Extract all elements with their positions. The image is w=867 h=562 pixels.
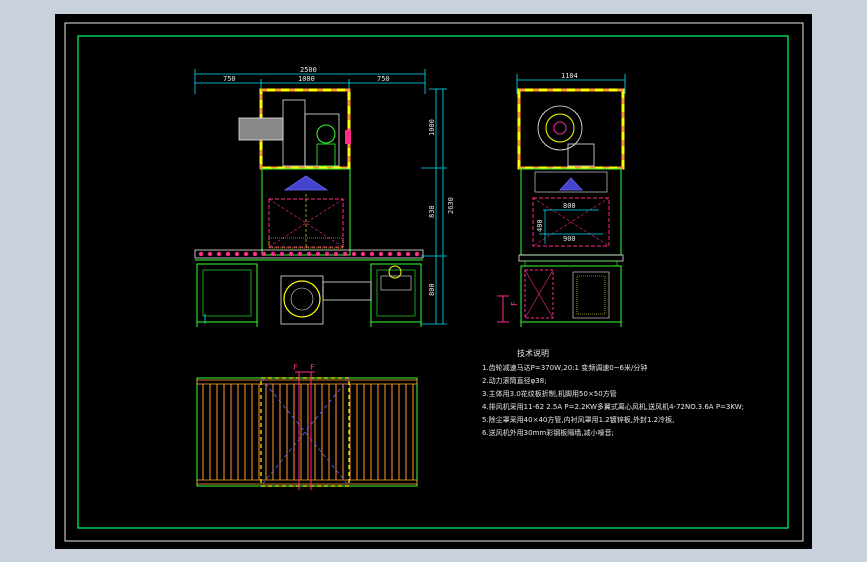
conveyor-roller xyxy=(378,251,384,257)
svg-text:F: F xyxy=(510,301,519,306)
conveyor-roller xyxy=(306,251,312,257)
dim-side-outer-width: 900 xyxy=(563,235,576,243)
dim-left-segment: 750 xyxy=(223,75,236,83)
plan-view: F F xyxy=(196,363,418,490)
dust-hood xyxy=(261,168,351,256)
technical-notes: 技术说明 1.齿轮减速马达P=370W,20:1 变频调速0~6米/分钟 2.动… xyxy=(482,348,744,437)
conveyor-roller xyxy=(324,251,330,257)
centrifugal-fan xyxy=(537,105,595,167)
conveyor-roller xyxy=(297,251,303,257)
conveyor-roller xyxy=(396,251,402,257)
conveyor-roller xyxy=(405,251,411,257)
note-4: 4.排风机采用11-62 2.5A P=2.2KW多翼式离心风机,送风机4-72… xyxy=(482,402,744,411)
conveyor-roller xyxy=(261,251,267,257)
drawing-frame xyxy=(77,35,789,529)
conveyor-roller xyxy=(351,251,357,257)
dim-side-width: 1104 xyxy=(561,72,578,80)
conveyor-roller xyxy=(207,251,213,257)
section-label-right: F xyxy=(310,363,315,372)
note-5: 5.除尘罩采用40×40方管,内衬风罩用1.2镀锌板,外封1.2冷板, xyxy=(482,415,674,424)
conveyor-roller xyxy=(360,251,366,257)
conveyor-roller xyxy=(243,251,249,257)
conveyor-roller xyxy=(216,251,222,257)
conveyor-roller xyxy=(198,251,204,257)
side-lower-frame xyxy=(520,265,622,327)
blower-body xyxy=(282,99,306,167)
dim-upper-height: 1000 xyxy=(428,119,436,136)
dim-lower-height: 800 xyxy=(428,283,436,296)
notes-title: 技术说明 xyxy=(517,348,549,358)
dim-side-inner-height: 400 xyxy=(536,219,544,232)
front-view-dimensions xyxy=(194,69,447,325)
conveyor-roller xyxy=(234,251,240,257)
section-marker-side: F xyxy=(497,295,519,323)
section-label-left: F xyxy=(293,363,298,372)
drawing-border xyxy=(64,22,804,542)
conveyor-roller xyxy=(333,251,339,257)
note-1: 1.齿轮减速马达P=370W,20:1 变频调速0~6米/分钟 xyxy=(482,363,647,372)
conveyor-roller xyxy=(270,251,276,257)
conveyor-roller xyxy=(225,251,231,257)
note-2: 2.动力滚筒直径φ38; xyxy=(482,376,547,385)
cad-application-window: 2500 750 1000 750 1000 830 2630 800 1104… xyxy=(0,0,867,562)
roller-conveyor xyxy=(194,249,424,261)
lower-frame xyxy=(196,263,422,327)
blower-motor xyxy=(316,124,336,144)
conveyor-roller xyxy=(369,251,375,257)
dim-right-segment: 750 xyxy=(377,75,390,83)
dim-middle-height: 830 xyxy=(428,205,436,218)
drawing-canvas[interactable]: 2500 750 1000 750 1000 830 2630 800 1104… xyxy=(55,14,812,549)
conveyor-roller xyxy=(252,251,258,257)
dim-total-height: 2630 xyxy=(447,197,455,214)
conveyor-roller xyxy=(315,251,321,257)
conveyor-roller xyxy=(279,251,285,257)
front-view: 2500 750 1000 750 1000 830 2630 800 xyxy=(194,66,455,327)
supply-blower xyxy=(280,265,412,325)
dim-middle-segment: 1000 xyxy=(298,75,315,83)
dim-total-width: 2500 xyxy=(300,66,317,74)
conveyor-roller xyxy=(288,251,294,257)
drawing-svg: 2500 750 1000 750 1000 830 2630 800 1104… xyxy=(64,22,804,542)
dim-side-inner-width: 800 xyxy=(563,202,576,210)
side-upper-housing xyxy=(517,88,625,170)
note-3: 3.主体用3.0花纹板折制,机脚用50×50方管 xyxy=(482,389,617,398)
side-view: 1104 800 900 400 F xyxy=(497,72,626,327)
conveyor-roller xyxy=(414,251,420,257)
conveyor-roller xyxy=(387,251,393,257)
conveyor-roller xyxy=(342,251,348,257)
note-6: 6.送风机外用30mm彩钢板隔墙,减小噪音; xyxy=(482,428,614,437)
